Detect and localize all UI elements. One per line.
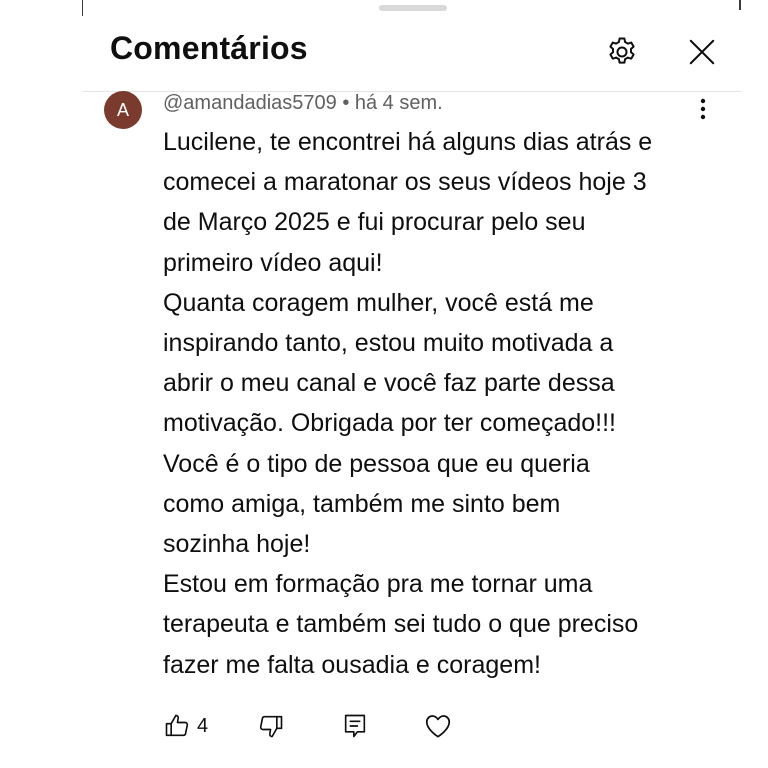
like-button[interactable]: 4	[163, 708, 208, 744]
settings-button[interactable]	[600, 30, 644, 74]
comment-line: como amiga, também me sinto bem	[163, 489, 561, 518]
comment-line: abrir o meu canal e você faz parte dessa	[163, 369, 615, 398]
more-vertical-icon	[700, 98, 706, 120]
avatar-letter: A	[116, 99, 129, 120]
comment-text: Lucilene, te encontrei há alguns dias at…	[163, 122, 723, 685]
comment-line: Quanta coragem mulher, você está me	[163, 288, 594, 317]
avatar[interactable]: A	[104, 91, 142, 129]
panel-edge-left	[82, 0, 83, 16]
comment-line: de Março 2025 e fui procurar pelo seu	[163, 208, 586, 237]
comment-line: terapeuta e também sei tudo o que precis…	[163, 610, 639, 639]
heart-icon	[425, 715, 451, 738]
like-count: 4	[197, 714, 209, 737]
comment-author-meta[interactable]: @amandadias5709 • há 4 sem.	[163, 92, 443, 115]
comment-line: primeiro vídeo aqui!	[163, 248, 383, 277]
page-title: Comentários	[110, 30, 308, 66]
comment-line: Estou em formação pra me tornar uma	[163, 570, 593, 599]
comment-actions: 4	[163, 708, 723, 744]
comment-line: fazer me falta ousadia e coragem!	[163, 650, 541, 679]
gear-icon	[609, 37, 635, 64]
comment-line: Lucilene, te encontrei há alguns dias at…	[163, 128, 653, 156]
comment-line: comecei a maratonar os seus vídeos hoje …	[163, 168, 647, 197]
dislike-button[interactable]	[257, 708, 285, 744]
comment-line: motivação. Obrigada por ter começado!!!	[163, 409, 617, 438]
close-icon	[689, 39, 715, 65]
comments-header: Comentários	[0, 22, 768, 82]
thumb-down-icon	[259, 715, 283, 738]
comment-menu-button[interactable]	[688, 94, 718, 124]
drag-handle[interactable]	[379, 5, 447, 11]
reply-button[interactable]	[341, 708, 369, 744]
heart-button[interactable]	[423, 708, 453, 744]
comment-line: inspirando tanto, estou muito motivada a	[163, 329, 614, 358]
reply-comment-icon	[344, 714, 366, 738]
close-button[interactable]	[680, 30, 724, 74]
comment-line: Você é o tipo de pessoa que eu queria	[163, 449, 590, 478]
comment-line: sozinha hoje!	[163, 530, 311, 559]
panel-edge-right	[739, 0, 741, 10]
thumb-up-icon	[165, 714, 189, 737]
comments-panel: Comentários A @amandadias5709 • há 4 sem…	[0, 0, 768, 768]
